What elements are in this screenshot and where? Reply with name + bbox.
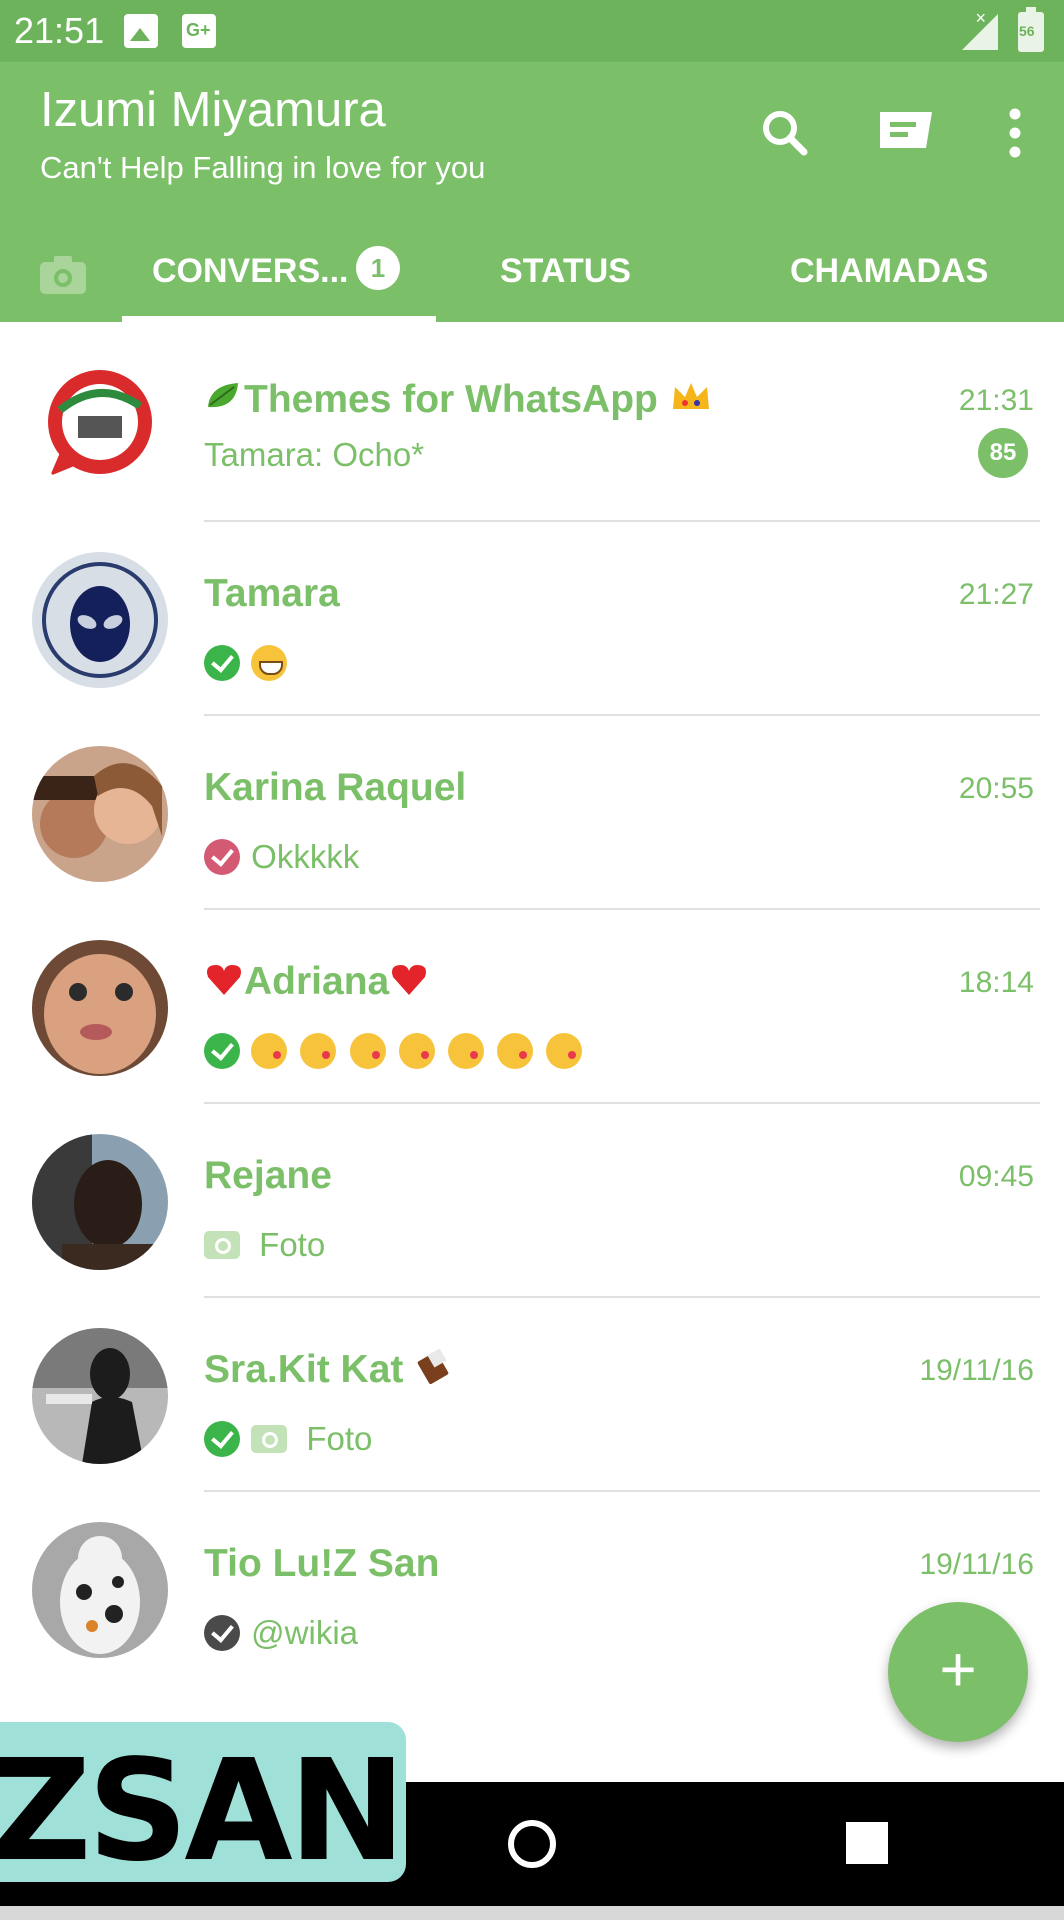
leaf-icon xyxy=(204,379,244,425)
avatar xyxy=(32,552,168,688)
chat-item[interactable]: Sra.Kit Kat 19/11/16 Foto xyxy=(0,1298,1064,1492)
read-check-icon xyxy=(204,1033,240,1070)
tab-calls-label: CHAMADAS xyxy=(790,252,989,290)
watermark-text: ZSAN_ xyxy=(0,1730,406,1882)
kissing-face-emoji-icon xyxy=(398,1033,435,1070)
tab-status[interactable]: STATUS xyxy=(500,230,688,322)
chat-name: Sra.Kit Kat xyxy=(204,1348,454,1395)
chat-item[interactable]: Adriana 18:14 xyxy=(0,910,1064,1104)
chat-time: 19/11/16 xyxy=(919,1354,1034,1387)
kissing-face-emoji-icon xyxy=(251,1033,288,1070)
heart-icon xyxy=(389,961,429,1007)
tab-chats-label: CONVERS... xyxy=(152,252,349,290)
chat-item[interactable]: Tamara 21:27 xyxy=(0,522,1064,716)
avatar xyxy=(32,1328,168,1464)
chat-item[interactable]: Karina Raquel 20:55 Okkkkk xyxy=(0,716,1064,910)
chat-preview xyxy=(204,642,291,686)
selected-tab-indicator xyxy=(122,316,436,322)
home-icon[interactable] xyxy=(508,1820,556,1868)
chat-preview: Foto xyxy=(204,1418,372,1462)
chat-name: Tio Lu!Z San xyxy=(204,1542,440,1585)
photo-camera-icon xyxy=(251,1425,288,1454)
search-button[interactable] xyxy=(750,98,820,168)
grinning-face-emoji-icon xyxy=(251,645,288,682)
chat-item[interactable]: Themes for WhatsApp 21:31 Tamara: Ocho* … xyxy=(0,328,1064,522)
avatar xyxy=(32,1134,168,1270)
chat-preview: Tamara: Ocho* xyxy=(204,436,425,474)
more-options-icon xyxy=(1009,108,1021,158)
read-check-icon xyxy=(204,645,240,682)
avatar xyxy=(32,1522,168,1658)
chat-preview: Okkkkk xyxy=(204,836,359,880)
new-conversation-button[interactable]: + xyxy=(888,1602,1028,1742)
avatar xyxy=(32,940,168,1076)
chat-preview: @wikia xyxy=(204,1612,358,1656)
profile-name: Izumi Miyamura xyxy=(40,83,386,137)
read-check-icon xyxy=(204,1421,240,1458)
kissing-face-emoji-icon xyxy=(497,1033,534,1070)
avatar xyxy=(32,746,168,882)
chat-item[interactable]: Rejane 09:45 Foto xyxy=(0,1104,1064,1298)
chat-preview: Foto xyxy=(204,1224,325,1268)
camera-icon xyxy=(40,256,86,294)
no-signal-x-icon: × xyxy=(975,8,986,28)
kissing-face-emoji-icon xyxy=(447,1033,484,1070)
app-header: Izumi Miyamura Can't Help Falling in lov… xyxy=(0,62,1064,322)
kissing-face-emoji-icon xyxy=(349,1033,386,1070)
chat-time: 20:55 xyxy=(958,772,1034,805)
profile-status-text: Can't Help Falling in love for you xyxy=(40,150,486,185)
crown-icon xyxy=(669,379,713,425)
chocolate-bar-icon xyxy=(414,1348,454,1395)
kissing-face-emoji-icon xyxy=(546,1033,583,1070)
chat-name: Themes for WhatsApp xyxy=(204,378,713,425)
battery-level: 56 xyxy=(1019,23,1035,39)
tab-status-label: STATUS xyxy=(500,252,631,290)
more-options-button[interactable] xyxy=(980,98,1050,168)
unread-chats-badge: 1 xyxy=(356,246,400,290)
unread-count-badge: 85 xyxy=(978,428,1028,478)
tab-chats[interactable]: CONVERS... 1 xyxy=(122,230,436,322)
read-check-icon xyxy=(204,1615,240,1652)
status-time: 21:51 xyxy=(14,10,105,51)
chat-time: 09:45 xyxy=(958,1160,1034,1193)
chat-time: 18:14 xyxy=(958,966,1034,999)
tab-camera[interactable] xyxy=(20,230,100,322)
chat-time: 21:31 xyxy=(958,384,1034,417)
chat-preview xyxy=(204,1030,586,1074)
search-icon xyxy=(763,111,808,156)
read-check-icon xyxy=(204,839,240,876)
photo-camera-icon xyxy=(204,1231,240,1260)
battery-icon: 56 xyxy=(1018,7,1044,52)
chat-name: Adriana xyxy=(204,960,429,1007)
chat-name: Karina Raquel xyxy=(204,766,467,809)
kissing-face-emoji-icon xyxy=(300,1033,337,1070)
heart-icon xyxy=(204,961,244,1007)
recent-apps-icon[interactable] xyxy=(846,1822,888,1864)
watermark: ZSAN_ xyxy=(0,1722,406,1882)
image-icon xyxy=(124,14,158,48)
chat-time: 21:27 xyxy=(958,578,1034,611)
avatar xyxy=(32,358,168,494)
google-plus-icon xyxy=(182,14,216,48)
tab-calls[interactable]: CHAMADAS xyxy=(790,230,1030,322)
new-chat-icon xyxy=(880,112,932,148)
bottom-edge xyxy=(0,1906,1064,1920)
chat-name: Tamara xyxy=(204,572,340,615)
status-bar: 21:51 × 56 xyxy=(0,0,1064,62)
chat-time: 19/11/16 xyxy=(919,1548,1034,1581)
chat-name: Rejane xyxy=(204,1154,332,1197)
new-chat-button[interactable] xyxy=(870,98,940,168)
